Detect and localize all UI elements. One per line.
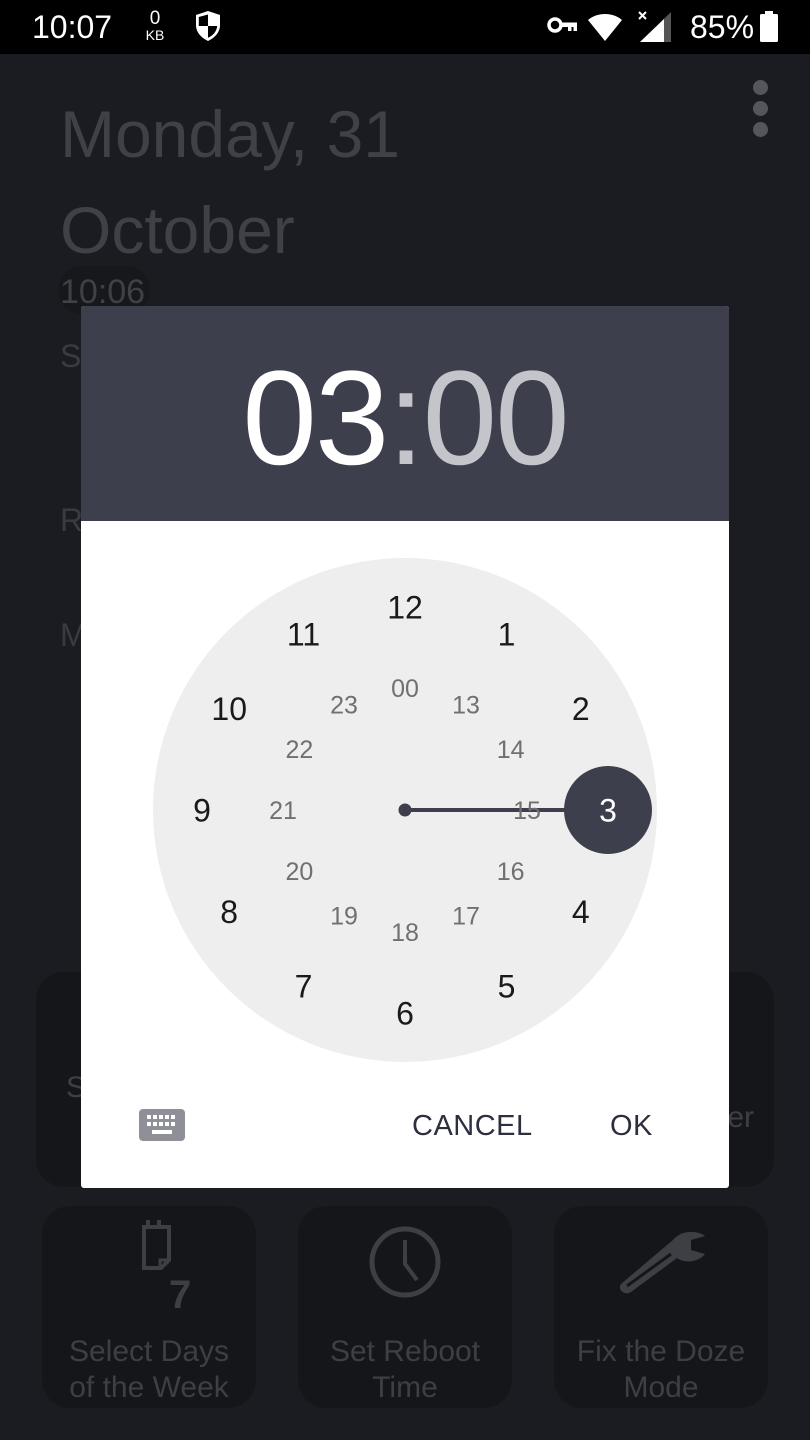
label-line: of the Week bbox=[69, 1371, 229, 1404]
keyboard-icon[interactable] bbox=[139, 1109, 185, 1141]
setting-label-partial: R bbox=[60, 502, 84, 538]
vpn-key-icon bbox=[547, 17, 577, 33]
calendar-7-icon: 7 bbox=[142, 1220, 191, 1314]
clock-outer-number[interactable]: 7 bbox=[295, 968, 313, 1004]
action-card-set-reboot-time[interactable]: Set Reboot Time bbox=[298, 1206, 512, 1408]
action-card-label: Select Days of the Week bbox=[42, 1334, 256, 1406]
clock-inner-number[interactable]: 21 bbox=[269, 797, 297, 825]
date-line-2: October bbox=[60, 193, 295, 267]
clock-icon bbox=[369, 1226, 441, 1298]
hours-display[interactable]: 03 bbox=[242, 344, 389, 493]
clock-inner-number[interactable]: 22 bbox=[285, 736, 313, 764]
clock-inner-number[interactable]: 23 bbox=[330, 691, 358, 719]
data-rate-indicator: 0 KB bbox=[144, 8, 166, 43]
action-card-fix-doze-mode[interactable]: Fix the Doze Mode bbox=[554, 1206, 768, 1408]
status-bar: 10:07 0 KB 85% bbox=[0, 0, 810, 54]
date-heading: Monday, 31 October bbox=[60, 86, 660, 278]
shield-icon bbox=[196, 11, 220, 41]
clock-outer-number[interactable]: 6 bbox=[396, 996, 414, 1032]
label-line: Mode bbox=[623, 1371, 699, 1404]
clock-outer-number[interactable]: 1 bbox=[498, 617, 516, 653]
clock-inner-number[interactable]: 18 bbox=[391, 919, 419, 947]
cell-signal-no-data-icon bbox=[638, 11, 671, 42]
clock-selected-number[interactable]: 3 bbox=[599, 793, 617, 829]
ok-button[interactable]: OK bbox=[610, 1106, 653, 1146]
clock-inner-number[interactable]: 20 bbox=[285, 858, 313, 886]
clock-outer-number[interactable]: 5 bbox=[498, 968, 516, 1004]
time-picker-header: 03:00 bbox=[81, 306, 729, 521]
clock-center-dot bbox=[398, 803, 412, 817]
clock-inner-number[interactable]: 16 bbox=[497, 858, 525, 886]
data-rate-unit: KB bbox=[145, 27, 165, 43]
time-separator: : bbox=[387, 344, 424, 493]
clock-outer-number[interactable]: 4 bbox=[572, 894, 590, 930]
action-card-label: er bbox=[727, 1101, 754, 1134]
clock-outer-number[interactable]: 11 bbox=[287, 617, 320, 653]
clock-outer-number[interactable]: 10 bbox=[211, 691, 247, 727]
cancel-button[interactable]: CANCEL bbox=[412, 1106, 533, 1146]
clock-inner-number[interactable]: 17 bbox=[452, 903, 480, 931]
svg-text:7: 7 bbox=[169, 1273, 191, 1314]
data-rate-value: 0 bbox=[149, 8, 161, 29]
status-time: 10:07 bbox=[32, 9, 113, 45]
action-card-select-days[interactable]: 7 Select Days of the Week bbox=[42, 1206, 256, 1408]
wrench-icon bbox=[619, 1231, 705, 1294]
clock-inner-number[interactable]: 15 bbox=[513, 797, 541, 825]
action-card-label: Set Reboot Time bbox=[298, 1334, 512, 1406]
clock-outer-number[interactable]: 8 bbox=[220, 894, 238, 930]
clock-inner-number[interactable]: 14 bbox=[497, 736, 525, 764]
clock-inner-number[interactable]: 19 bbox=[330, 903, 358, 931]
clock-outer-number[interactable]: 2 bbox=[572, 691, 590, 727]
action-card-label: Fix the Doze Mode bbox=[554, 1334, 768, 1406]
time-picker-dialog: 03:00 00 13 14 15 16 17 18 19 20 21 22 23 12 1 2 3 4 5 6 7 8… bbox=[81, 306, 729, 1188]
clock-outer-number[interactable]: 9 bbox=[193, 793, 211, 829]
clock-face[interactable]: 001314151617181920212223121234567891011 bbox=[153, 558, 657, 1062]
clock-inner-number[interactable]: 00 bbox=[391, 675, 419, 703]
label-line: Select Days bbox=[68, 1335, 230, 1368]
battery-percent: 85% bbox=[690, 9, 755, 45]
clock-outer-number[interactable]: 12 bbox=[387, 590, 423, 626]
label-line: Set Reboot bbox=[329, 1335, 481, 1368]
more-vert-icon[interactable] bbox=[748, 80, 772, 140]
date-line-1: Monday, 31 bbox=[60, 97, 400, 171]
label-line: Time bbox=[372, 1371, 438, 1404]
minutes-display[interactable]: 00 bbox=[423, 344, 570, 493]
setting-label-partial: S bbox=[60, 338, 82, 374]
clock-inner-number[interactable]: 13 bbox=[452, 691, 480, 719]
wifi-icon bbox=[588, 14, 622, 41]
label-line: Fix the Doze bbox=[576, 1335, 746, 1368]
time-display: 03:00 bbox=[81, 346, 729, 492]
battery-icon bbox=[760, 11, 778, 42]
